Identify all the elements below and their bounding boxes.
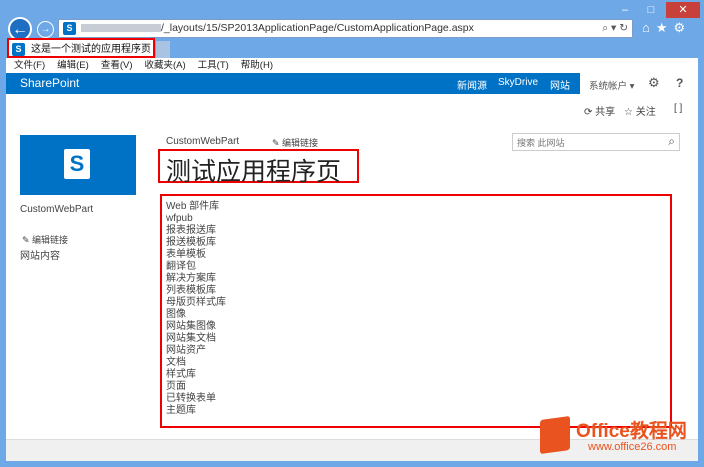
library-link[interactable]: Web 部件库 bbox=[166, 201, 226, 213]
watermark-logo: Office教程网 www.office26.com bbox=[540, 414, 700, 460]
account-menu[interactable]: 系统帐户 ▾ bbox=[589, 78, 634, 92]
tab-close-icon[interactable]: × bbox=[141, 40, 147, 60]
library-link[interactable]: 列表模板库 bbox=[166, 285, 226, 297]
sites-link[interactable]: 网站 bbox=[550, 77, 570, 92]
library-link[interactable]: 图像 bbox=[166, 309, 226, 321]
edit-links-label: 编辑链接 bbox=[32, 235, 69, 245]
sharepoint-logo-icon: S bbox=[64, 149, 90, 179]
url-path: /_layouts/15/SP2013ApplicationPage/Custo… bbox=[161, 22, 474, 34]
search-refresh-icons[interactable]: ⌕ ▾ ↻ bbox=[602, 20, 628, 37]
watermark-url: www.office26.com bbox=[588, 441, 677, 453]
browser-tools[interactable]: ⌂★⚙ bbox=[642, 20, 691, 36]
library-link[interactable]: 表单模板 bbox=[166, 249, 226, 261]
library-link[interactable]: 报送模板库 bbox=[166, 237, 226, 249]
library-link[interactable]: 样式库 bbox=[166, 369, 226, 381]
follow-label: 关注 bbox=[635, 107, 656, 118]
page-title: 测试应用程序页 bbox=[166, 158, 342, 186]
menu-bar: 文件(F) 编辑(E) 查看(V) 收藏夹(A) 工具(T) 帮助(H) bbox=[6, 58, 698, 73]
search-icon[interactable]: ⌕ bbox=[668, 134, 675, 149]
left-nav-edit-links[interactable]: ✎ 编辑链接 bbox=[22, 233, 68, 246]
office-logo-icon bbox=[540, 415, 570, 455]
forward-button[interactable]: → bbox=[37, 21, 54, 38]
search-input[interactable]: 搜索 此网站 bbox=[517, 136, 565, 149]
site-title[interactable]: CustomWebPart bbox=[20, 204, 93, 215]
search-box[interactable]: 搜索 此网站 ⌕ bbox=[512, 133, 680, 151]
menu-tools[interactable]: 工具(T) bbox=[198, 60, 229, 71]
library-link[interactable]: 网站集文档 bbox=[166, 333, 226, 345]
share-label: 共享 bbox=[595, 107, 616, 118]
library-link[interactable]: 翻译包 bbox=[166, 261, 226, 273]
library-link[interactable]: 已转换表单 bbox=[166, 393, 226, 405]
sharepoint-favicon: S bbox=[63, 22, 76, 35]
library-link[interactable]: 主题库 bbox=[166, 405, 226, 417]
page-title-box: 测试应用程序页 bbox=[158, 149, 359, 186]
skydrive-link[interactable]: SkyDrive bbox=[498, 77, 538, 88]
site-contents-link[interactable]: 网站内容 bbox=[20, 247, 60, 262]
library-link[interactable]: 网站资产 bbox=[166, 345, 226, 357]
header-edit-links[interactable]: ✎ 编辑链接 bbox=[272, 136, 318, 149]
library-list-box: Web 部件库 wfpub 报表报送库 报送模板库 表单模板 翻译包 解决方案库 列表模板库母… bbox=[160, 194, 672, 428]
suite-bar: SharePoint 新闻源 SkyDrive 网站 系统帐户 ▾ ⚙ ? bbox=[6, 73, 698, 94]
library-link[interactable]: 母版页样式库 bbox=[166, 297, 226, 309]
library-link[interactable]: 报表报送库 bbox=[166, 225, 226, 237]
library-link[interactable]: 网站集图像 bbox=[166, 321, 226, 333]
menu-file[interactable]: 文件(F) bbox=[14, 60, 45, 71]
blurred-host bbox=[81, 24, 161, 33]
settings-gear-icon[interactable]: ⚙ bbox=[674, 20, 692, 35]
library-link[interactable]: 页面 bbox=[166, 381, 226, 393]
new-tab-button[interactable] bbox=[156, 41, 170, 58]
breadcrumb[interactable]: CustomWebPart bbox=[166, 136, 239, 147]
browser-tab-active[interactable]: S 这是一个测试的应用程序页 × bbox=[7, 38, 155, 58]
home-icon[interactable]: ⌂ bbox=[642, 20, 656, 35]
follow-button[interactable]: ☆ 关注 bbox=[624, 103, 656, 118]
close-window-button[interactable]: ✕ bbox=[666, 2, 700, 18]
favorites-star-icon[interactable]: ★ bbox=[656, 20, 674, 35]
library-list: Web 部件库 wfpub 报表报送库 报送模板库 表单模板 翻译包 解决方案库 列表模板库母… bbox=[166, 201, 226, 417]
share-button[interactable]: ⟳ 共享 bbox=[584, 103, 615, 118]
minimize-button[interactable]: – bbox=[612, 2, 638, 18]
focus-content-icon[interactable]: [ ] bbox=[674, 103, 682, 114]
menu-edit[interactable]: 编辑(E) bbox=[57, 60, 89, 71]
menu-help[interactable]: 帮助(H) bbox=[241, 60, 273, 71]
menu-view[interactable]: 查看(V) bbox=[101, 60, 133, 71]
menu-favorites[interactable]: 收藏夹(A) bbox=[144, 60, 185, 71]
maximize-button[interactable]: □ bbox=[638, 2, 664, 18]
sharepoint-brand[interactable]: SharePoint bbox=[20, 76, 79, 90]
help-icon[interactable]: ? bbox=[676, 76, 683, 90]
newsfeed-link[interactable]: 新闻源 bbox=[457, 77, 487, 92]
library-link[interactable]: wfpub bbox=[166, 213, 226, 225]
library-link[interactable]: 文档 bbox=[166, 357, 226, 369]
edit-links-label: 编辑链接 bbox=[282, 138, 319, 148]
library-link[interactable]: 解决方案库 bbox=[166, 273, 226, 285]
tab-title: 这是一个测试的应用程序页 bbox=[31, 44, 151, 55]
address-bar[interactable]: S /_layouts/15/SP2013ApplicationPage/Cus… bbox=[58, 19, 633, 38]
settings-gear-icon[interactable]: ⚙ bbox=[648, 75, 660, 91]
sharepoint-favicon: S bbox=[12, 43, 25, 56]
site-logo[interactable]: S bbox=[20, 135, 136, 195]
watermark-title: Office教程网 bbox=[576, 421, 687, 442]
page-content: ⟳ 共享 ☆ 关注 [ ] S CustomWebPart ✎ 编辑链接 网站内… bbox=[6, 94, 698, 439]
